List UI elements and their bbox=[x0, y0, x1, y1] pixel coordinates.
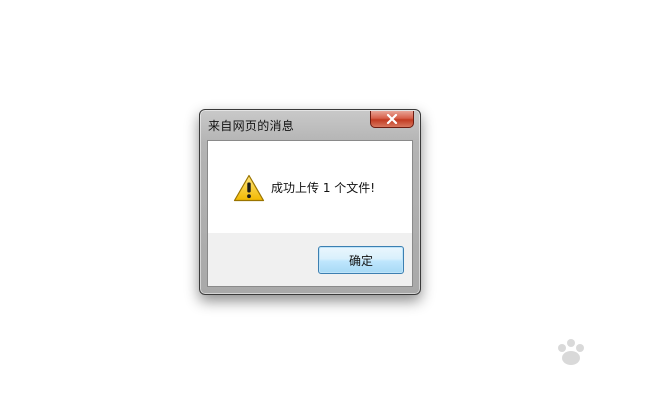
desktop-background: 来自网页的消息 成功上传 1 个文件! 确定 bbox=[0, 0, 662, 402]
baidu-jingyan-watermark-logo bbox=[558, 339, 584, 365]
dialog-body: 成功上传 1 个文件! 确定 bbox=[207, 140, 413, 287]
message-text: 成功上传 1 个文件! bbox=[271, 181, 376, 195]
message-area: 成功上传 1 个文件! bbox=[208, 141, 412, 233]
close-x-icon bbox=[386, 114, 398, 124]
alert-dialog: 来自网页的消息 成功上传 1 个文件! 确定 bbox=[199, 109, 421, 295]
close-button[interactable] bbox=[370, 111, 414, 128]
warning-icon bbox=[233, 174, 265, 202]
ok-button[interactable]: 确定 bbox=[318, 246, 404, 274]
dialog-titlebar[interactable]: 来自网页的消息 bbox=[200, 110, 420, 140]
dialog-title: 来自网页的消息 bbox=[208, 119, 295, 133]
